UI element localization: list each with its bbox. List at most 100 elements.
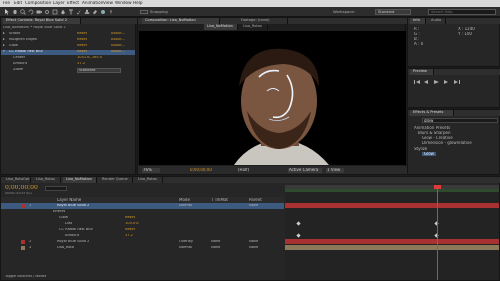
brush-tool-icon[interactable] [76,9,82,15]
toggle-switches-label[interactable]: Toggle Switches / Modes [5,275,46,278]
property-group[interactable]: Effects [53,210,65,214]
next-frame-icon[interactable] [444,80,448,84]
layer-mode[interactable]: Normal [179,246,192,250]
pen-tool-icon[interactable] [60,9,66,15]
keyframe-marker[interactable] [296,233,301,238]
layer-parent[interactable]: None [249,204,258,208]
layer-trkmat[interactable]: None [211,240,220,244]
clone-stamp-tool-icon[interactable] [84,9,90,15]
pan-behind-tool-icon[interactable] [44,9,50,15]
menu-file[interactable]: File [3,1,10,5]
playhead-handle[interactable] [434,185,441,189]
resolution-dropdown[interactable]: (Half) [238,168,249,172]
tab-effect-controls[interactable]: Effect Controls: Royal Blue Solid 2 [3,18,81,24]
layer-name[interactable]: Royal Blue Solid 2 [57,240,89,244]
layer-trkmat[interactable]: None [211,246,220,250]
timeline-tab-active[interactable]: Lisa_NoMotion [63,177,97,183]
property-group[interactable]: CC Radial Fast Blur [59,228,93,232]
property-value[interactable]: 100.0% [125,222,139,226]
effect-reset-link[interactable]: Reset [77,44,87,48]
timeline-tab[interactable]: Render Queue [99,177,133,183]
keyframe-marker[interactable] [296,221,301,226]
layer-parent[interactable]: None [249,246,258,250]
effect-row-glow[interactable]: ▸ Glow Reset About... [1,44,135,49]
menu-help[interactable]: Help [133,1,143,5]
effect-reset-link[interactable]: Reset [77,38,87,42]
menu-effect[interactable]: Effect [67,1,79,5]
layer-mode[interactable]: Normal [179,204,192,208]
views-dropdown[interactable]: 1 View [326,168,344,173]
property-value[interactable]: Reset [125,216,135,220]
property-row-zoom[interactable]: Zoom Standard [1,68,135,73]
puppet-tool-icon[interactable] [108,9,114,15]
col-mode[interactable]: Mode [179,198,190,202]
timeline-tab[interactable]: Lisa_RotoOpt [3,177,31,183]
effects-search-input[interactable]: glow [422,118,498,123]
property-value[interactable]: 37.2 [77,62,85,66]
preset-item-selected[interactable]: Glow [422,152,436,156]
composition-canvas[interactable] [139,31,406,165]
label-color-swatch[interactable] [21,246,25,250]
property-row-amount[interactable]: Amount 37.2 [1,62,135,67]
timeline-timecode[interactable]: 0;00;00;00 [5,185,38,191]
property-value[interactable]: 1051.6, 265.0 [77,56,102,60]
col-parent[interactable]: Parent [249,198,262,202]
menu-view[interactable]: View [103,1,113,5]
camera-tool-icon[interactable] [36,9,42,15]
preset-item[interactable]: Blurs & Sharpen [418,131,451,135]
last-frame-icon[interactable] [454,80,460,84]
first-frame-icon[interactable] [414,80,420,84]
search-help-input[interactable]: Search Help [428,9,496,15]
col-trkmat[interactable]: T TrkMat [211,198,228,202]
menu-edit[interactable]: Edit [14,1,22,5]
layer-mode[interactable]: Overlay [179,240,193,244]
roto-brush-tool-icon[interactable] [100,9,106,15]
work-area-bar[interactable] [285,189,499,192]
menu-layer[interactable]: Layer [53,1,65,5]
selection-tool-icon[interactable] [4,9,10,15]
hand-tool-icon[interactable] [12,9,18,15]
workspace-dropdown[interactable]: Standard [375,9,411,15]
label-color-swatch[interactable] [21,204,25,208]
camera-dropdown[interactable]: Active Camera [288,168,322,173]
layer-track-bar[interactable] [285,203,499,208]
layer-parent[interactable]: None [249,240,258,244]
zoom-tool-icon[interactable] [20,9,26,15]
layer-row[interactable]: 3 Lisa_Roto Normal None None [1,245,284,251]
timeline-tab[interactable]: Lisa_Rotos [33,177,61,183]
menu-window[interactable]: Window [115,1,132,5]
playhead-line[interactable] [437,185,438,280]
preset-item[interactable]: Dimension - glowrelative [422,141,472,145]
menu-composition[interactable]: Composition [25,1,51,5]
preset-item[interactable]: Animation Presets [414,126,450,130]
layer-track-bar[interactable] [285,245,499,250]
timeline-tracks[interactable] [285,185,499,280]
effect-about-link[interactable]: About... [111,38,125,42]
viewer-tab-lisa-nomotion[interactable]: Lisa_NoMotion [204,24,238,30]
timeline-search-input[interactable] [45,186,67,191]
property-value[interactable]: Reset [125,228,135,232]
tab-audio[interactable]: Audio [428,18,446,24]
effect-row-roughen-edges[interactable]: ▸ Roughen Edges Reset About... [1,38,135,43]
play-icon[interactable] [434,80,439,84]
property-group[interactable]: Glow [59,216,68,220]
viewer-tab-lisa-rotos[interactable]: Lisa_Rotos [240,24,268,30]
snapping-checkbox[interactable] [140,10,148,14]
rotate-tool-icon[interactable] [28,9,34,15]
prev-frame-icon[interactable] [424,80,428,84]
effect-row-stroke[interactable]: ▸ Stroke Reset About... [1,32,135,37]
tab-info[interactable]: Info [410,18,426,24]
zoom-dropdown[interactable]: Standard [77,68,121,73]
preset-item[interactable]: Stylize [414,147,427,151]
effect-reset-link[interactable]: Reset [77,32,87,36]
effect-reset-link[interactable]: Reset [77,50,87,54]
layer-track-bar[interactable] [285,239,499,244]
rectangle-tool-icon[interactable] [52,9,58,15]
tab-preview[interactable]: Preview [410,69,434,75]
menu-animation[interactable]: Animation [82,1,103,5]
tab-effects-presets[interactable]: Effects & Presets [410,110,454,116]
viewer-timecode[interactable]: 0;00;00;00 [190,168,212,172]
type-tool-icon[interactable] [68,9,74,15]
effect-row-cc-radial-fast-blur[interactable]: ▾ CC Radial Fast Blur Reset About... [1,50,135,55]
zoom-level-dropdown[interactable]: 76% [142,168,160,173]
